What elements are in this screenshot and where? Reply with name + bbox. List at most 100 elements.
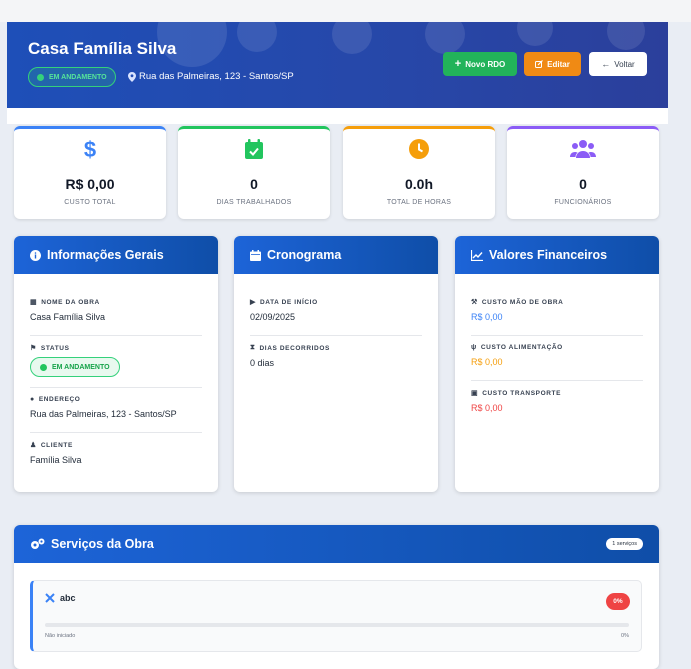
field-value: R$ 0,00 [471,312,503,322]
field-food-cost: ψ CUSTO ALIMENTAÇÃO R$ 0,00 [471,344,643,367]
services-card: Serviços da Obra 1 serviços abc 0% Não i… [14,525,659,669]
field-status: ⚑ STATUS EM ANDAMENTO [30,344,202,377]
info-icon [30,249,41,261]
plus-icon: + [454,57,462,70]
back-button[interactable]: ← Voltar [589,52,647,76]
field-project-name: ▦ NOME DA OBRA Casa Família Silva [30,298,202,323]
map-pin-icon [128,71,136,82]
field-elapsed-days: ⧗ DIAS DECORRIDOS 0 dias [250,344,422,368]
stat-card-days-worked: 0 DIAS TRABALHADOS [178,126,330,219]
edit-label: Editar [547,59,570,69]
users-icon [570,140,596,158]
calendar-check-icon [245,139,263,159]
building-icon: ▦ [30,299,38,306]
field-value: 02/09/2025 [250,312,296,322]
stat-card-total-cost: $ R$ 0,00 CUSTO TOTAL [14,126,166,219]
general-info-title: Informações Gerais [47,248,164,262]
field-label: CUSTO ALIMENTAÇÃO [480,344,563,351]
status-text: EM ANDAMENTO [49,73,107,81]
services-title: Serviços da Obra [51,537,154,551]
divider [471,335,643,336]
status-badge: EM ANDAMENTO [30,357,120,377]
stat-label: TOTAL DE HORAS [386,199,452,206]
divider [30,387,202,388]
field-label: CUSTO MÃO DE OBRA [481,298,564,306]
stat-label: FUNCIONÁRIOS [554,199,612,206]
new-rdo-label: Novo RDO [465,59,506,69]
edit-icon [535,60,544,68]
flag-icon: ⚑ [30,345,37,352]
header-address-text: Rua das Palmeiras, 123 - Santos/SP [139,71,294,82]
utensils-icon: ψ [471,344,477,351]
field-label: DATA DE INÍCIO [259,298,318,306]
general-info-card: Informações Gerais ▦ NOME DA OBRA Casa Fa… [14,236,218,492]
field-label: STATUS [40,344,70,352]
field-label: CUSTO TRANSPORTE [482,389,562,397]
services-count-badge: 1 serviços [606,538,643,550]
stat-value: 0.0h [404,176,433,192]
schedule-header: Cronograma [234,236,438,274]
field-start-date: ▶ DATA DE INÍCIO 02/09/2025 [250,298,422,323]
arrow-left-icon: ← [601,59,611,69]
cogs-icon [31,538,45,549]
project-header: Casa Família Silva EM ANDAMENTO Rua das … [7,22,668,108]
field-value: Rua das Palmeiras, 123 - Santos/SP [30,409,177,419]
divider [30,335,202,336]
play-icon: ▶ [250,299,256,306]
status-text: EM ANDAMENTO [52,363,110,371]
top-strip [0,0,691,22]
service-percent-badge: 0% [606,593,630,610]
header-underlay [7,108,668,124]
header-address: Rua das Palmeiras, 123 - Santos/SP [128,71,294,82]
page-title: Casa Família Silva [28,39,177,58]
service-status: Não iniciado [45,633,76,639]
map-pin-icon: ● [30,396,35,403]
service-percent: 0% [621,633,629,639]
stat-value: 0 [579,176,587,192]
back-label: Voltar [614,59,635,69]
financial-card: Valores Financeiros ⚒ CUSTO MÃO DE OBRA R… [455,236,659,492]
field-label: ENDEREÇO [38,396,81,403]
divider [250,335,422,336]
dollar-icon: $ [83,137,97,162]
field-label: CLIENTE [40,441,73,449]
schedule-title: Cronograma [267,248,342,262]
tools-icon [45,593,55,603]
status-dot-icon [37,73,44,81]
financial-title: Valores Financeiros [489,248,608,262]
field-value: Casa Família Silva [30,312,106,322]
services-header: Serviços da Obra [14,525,659,563]
field-client: ♟ CLIENTE Família Silva [30,441,202,466]
service-name-text: abc [60,593,76,603]
general-info-header: Informações Gerais [14,236,218,274]
stat-value: R$ 0,00 [65,176,115,192]
financial-header: Valores Financeiros [455,236,659,274]
field-value: R$ 0,00 [471,403,503,413]
bus-icon: ▣ [471,390,479,397]
status-dot-icon [40,363,47,371]
stat-card-total-hours: 0.0h TOTAL DE HORAS [343,126,495,219]
user-icon: ♟ [30,442,37,449]
edit-button[interactable]: Editar [524,52,581,76]
field-labor-cost: ⚒ CUSTO MÃO DE OBRA R$ 0,00 [471,298,643,323]
field-value: Família Silva [30,455,82,465]
chart-line-icon [471,249,483,261]
stat-value: 0 [250,176,258,192]
field-label: DIAS DECORRIDOS [259,344,330,352]
divider [30,432,202,433]
field-transport-cost: ▣ CUSTO TRANSPORTE R$ 0,00 [471,389,643,414]
stat-card-employees: 0 FUNCIONÁRIOS [507,126,659,219]
service-progress-bar [45,623,629,627]
status-badge: EM ANDAMENTO [28,67,116,87]
stat-label: DIAS TRABALHADOS [216,199,292,206]
clock-icon [409,139,429,159]
stat-label: CUSTO TOTAL [64,199,116,206]
divider [471,380,643,381]
new-rdo-button[interactable]: + Novo RDO [443,52,517,76]
service-name: abc [45,593,76,603]
field-value: 0 dias [250,358,275,368]
hammer-icon: ⚒ [471,299,478,306]
service-item[interactable]: abc 0% Não iniciado 0% [30,580,642,652]
field-address: ● ENDEREÇO Rua das Palmeiras, 123 - Santo… [30,396,202,419]
schedule-card: Cronograma ▶ DATA DE INÍCIO 02/09/2025 ⧗ D… [234,236,438,492]
